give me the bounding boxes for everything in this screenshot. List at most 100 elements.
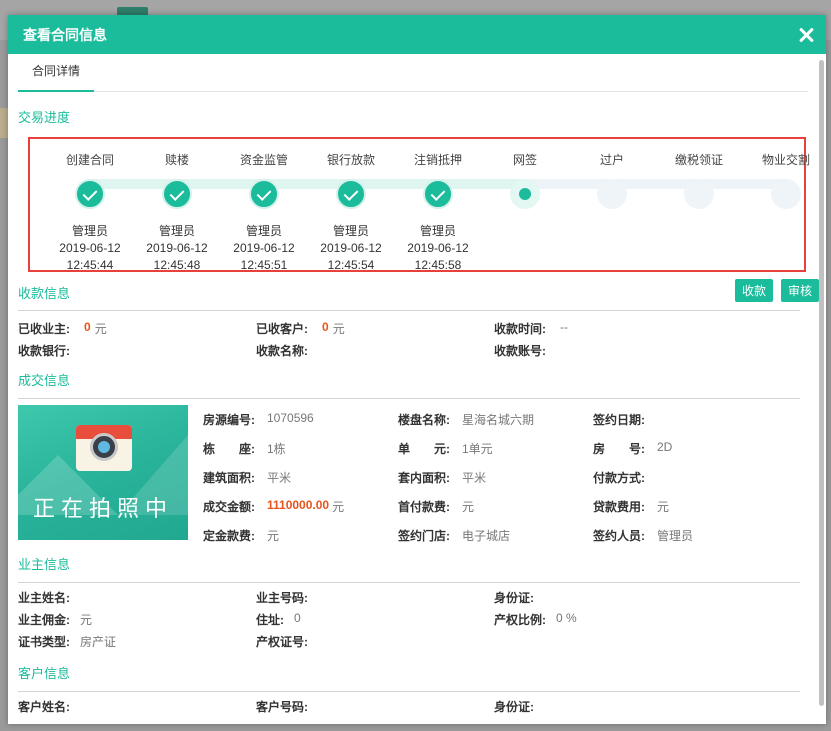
step-date: 2019-06-12 [59, 241, 121, 255]
tab-bar: 合同详情 [18, 54, 808, 92]
owner-field: 产权证号: [256, 633, 494, 650]
deal-field: 套内面积: 平米 [398, 469, 593, 486]
deal-field-label: 成交金额: [203, 500, 255, 514]
step-user: 管理员 [245, 224, 282, 238]
step-user: 管理员 [332, 224, 369, 238]
deal-field-value: 1110000.00 [267, 498, 330, 512]
deal-field-value: 2D [657, 440, 673, 454]
step-label: 资金监管 [239, 153, 288, 167]
payment-row-1: 已收业主: 0 元 已收客户: 0 元 收款时间: -- [18, 317, 800, 339]
client-field-label: 身份证: [494, 699, 534, 714]
step-label: 网签 [512, 153, 537, 167]
step-date: 2019-06-12 [407, 241, 469, 255]
client-section: 客户信息 客户姓名: 客户号码: 身份证: [18, 663, 800, 717]
payment-time-label: 收款时间: [494, 321, 546, 336]
deal-field-label: 房 号: [593, 442, 645, 456]
payment-name-label: 收款名称: [256, 343, 308, 358]
deal-field-value: 元 [267, 529, 280, 543]
progress-steps: 创建合同 管理员 2019-06-12 12:45:44 赎楼 管理员 2019-06-12… [50, 151, 810, 272]
deal-field-label: 签约日期: [593, 413, 645, 427]
deal-field: 首付款费: 元 [398, 498, 593, 515]
deal-field: 签约日期: [593, 411, 788, 428]
progress-step: 网签 [485, 151, 565, 223]
deal-field-label: 签约门店: [398, 529, 450, 543]
photo-caption: 正在拍照中 [32, 497, 173, 522]
progress-step: 缴税领证 [659, 151, 739, 223]
deal-field-value: 电子城店 [462, 529, 511, 543]
owner-field-label: 产权证号: [256, 634, 308, 649]
owner-field: 产权比例: 0 % [494, 611, 732, 628]
step-label: 物业交割 [761, 153, 810, 167]
step-user: 管理员 [71, 224, 108, 238]
client-received-unit: 元 [332, 321, 345, 336]
step-time: 12:45:44 [66, 258, 114, 272]
owner-field-label: 证书类型: [18, 634, 70, 649]
owner-field-label: 身份证: [494, 590, 534, 605]
owner-field: 证书类型: 房产证 [18, 633, 256, 650]
deal-field-value: 平米 [462, 471, 487, 485]
client-received-label: 已收客户: [256, 321, 308, 336]
payment-account: 收款账号: [494, 342, 732, 359]
owner-field-label: 产权比例: [494, 612, 546, 627]
step-time: 12:45:48 [153, 258, 201, 272]
deal-field: 签约门店: 电子城店 [398, 527, 593, 544]
modal-title: 查看合同信息 [23, 26, 107, 43]
progress-step: 注销抵押 管理员 2019-06-12 12:45:58 [398, 151, 478, 274]
deal-field-label: 付款方式: [593, 471, 645, 485]
check-icon [249, 179, 279, 209]
deal-field-value: 平米 [267, 471, 292, 485]
owner-row: 证书类型: 房产证 产权证号: [18, 630, 800, 652]
deal-field-value: 1070596 [267, 411, 314, 425]
step-user: 管理员 [419, 224, 456, 238]
deal-field: 楼盘名称: 星海名城六期 [398, 411, 593, 428]
camera-icon [76, 425, 132, 471]
client-field: 身份证: [494, 698, 732, 715]
owner-field: 住址: 0 [256, 611, 494, 628]
progress-step: 创建合同 管理员 2019-06-12 12:45:44 [50, 151, 130, 274]
owner-field-label: 业主号码: [256, 590, 308, 605]
deal-row: 成交金额: 1110000.00 元首付款费: 元贷款费用: 元 [203, 492, 803, 521]
audit-button[interactable]: 审核 [780, 279, 819, 302]
deal-section: 成交信息 正在拍照中 房源编号: 1070596 楼盘名称: 星海名城六期 签约日期: 栋… [18, 370, 800, 543]
progress-box: 创建合同 管理员 2019-06-12 12:45:44 赎楼 管理员 2019-06-12… [28, 137, 810, 272]
deal-field-label: 房源编号: [203, 413, 255, 427]
payment-row-2: 收款银行: 收款名称: 收款账号: [18, 339, 800, 361]
backdrop-strip [0, 108, 8, 138]
owner-received: 已收业主: 0 元 [18, 320, 256, 337]
step-dot-icon [510, 179, 540, 209]
step-dot-icon [771, 179, 801, 209]
owner-section: 业主信息 业主姓名: 业主号码: 身份证: 业主佣金: 元 住址: 0 产权比例: 0 % 证书类… [18, 554, 800, 652]
tab-contract-details[interactable]: 合同详情 [18, 62, 95, 92]
payment-time-value: -- [560, 319, 568, 334]
payment-actions: 收款 审核 [734, 279, 819, 302]
progress-step: 银行放款 管理员 2019-06-12 12:45:54 [311, 151, 391, 274]
deal-field-value: 1单元 [462, 442, 493, 456]
check-icon [336, 179, 366, 209]
close-icon[interactable] [798, 27, 814, 43]
owner-row: 业主姓名: 业主号码: 身份证: [18, 586, 800, 608]
step-meta: 管理员 2019-06-12 12:45:51 [224, 223, 304, 274]
deal-field-value: 星海名城六期 [462, 413, 535, 427]
collect-button[interactable]: 收款 [734, 279, 773, 302]
owner-received-unit: 元 [94, 321, 107, 336]
check-icon [75, 179, 105, 209]
deal-field-label: 单 元: [398, 442, 450, 456]
deal-field-label: 贷款费用: [593, 500, 645, 514]
deal-row: 建筑面积: 平米 套内面积: 平米 付款方式: [203, 463, 803, 492]
client-received: 已收客户: 0 元 [256, 320, 494, 337]
step-time: 12:45:51 [240, 258, 288, 272]
step-meta: 管理员 2019-06-12 12:45:54 [311, 223, 391, 274]
deal-field-label: 套内面积: [398, 471, 450, 485]
owner-field-label: 业主佣金: [18, 612, 70, 627]
deal-grid: 房源编号: 1070596 楼盘名称: 星海名城六期 签约日期: 栋 座: 1栋 单 元: 1单… [203, 405, 803, 550]
deal-field: 栋 座: 1栋 [203, 440, 398, 457]
step-label: 赎楼 [164, 153, 189, 167]
deal-field: 建筑面积: 平米 [203, 469, 398, 486]
progress-step: 赎楼 管理员 2019-06-12 12:45:48 [137, 151, 217, 274]
progress-step: 资金监管管理员 2019-06-12 12:45:51 [224, 151, 304, 274]
property-photo: 正在拍照中 [18, 405, 188, 540]
deal-field-value: 管理员 [657, 529, 694, 543]
deal-field: 成交金额: 1110000.00 元 [203, 498, 398, 515]
camera-lens [90, 433, 118, 461]
payment-bank-label: 收款银行: [18, 343, 70, 358]
